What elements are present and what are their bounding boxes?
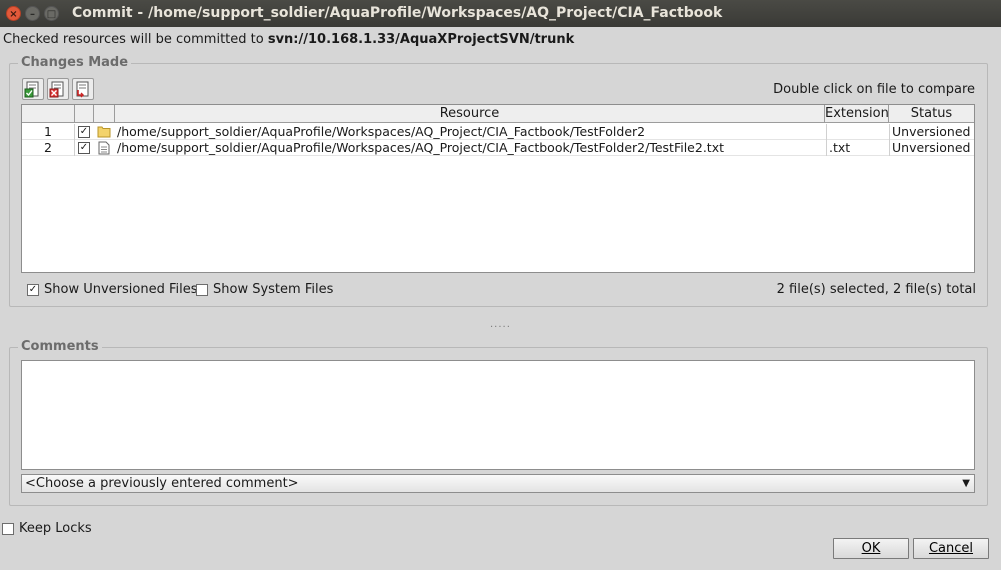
previous-comments-dropdown[interactable]: <Choose a previously entered comment> ▼ [21,474,975,493]
keep-locks-option[interactable]: Keep Locks [2,521,92,536]
row-extension [826,124,888,140]
folder-icon [97,126,111,138]
column-header-number[interactable] [22,105,75,123]
row-resource-path: /home/support_soldier/AquaProfile/Worksp… [117,140,724,155]
maximize-window-button[interactable]: □ [44,6,59,21]
row-number: 1 [22,124,75,140]
deselect-all-icon [49,81,64,98]
column-header-check[interactable] [75,105,94,123]
select-all-icon [24,81,39,98]
compare-hint: Double click on file to compare [773,82,975,97]
invert-selection-button[interactable] [72,78,94,100]
column-header-status[interactable]: Status [889,105,974,123]
title-bar: × – □ Commit - /home/support_soldier/Aqu… [0,0,1001,27]
row-checkbox[interactable]: ✓ [78,126,90,138]
row-status: Unversioned [889,140,974,156]
row-status: Unversioned [889,124,974,140]
column-header-resource[interactable]: Resource [115,105,825,123]
row-checkbox[interactable]: ✓ [78,142,90,154]
selection-summary: 2 file(s) selected, 2 file(s) total [776,282,976,297]
splitter-handle[interactable]: ····· [490,322,511,333]
cancel-button-label: Cancel [928,541,974,556]
table-row[interactable]: 2 ✓ /home/support_soldier/AquaProfile/Wo… [22,140,974,156]
dropdown-arrow-icon[interactable]: ▼ [962,475,970,492]
show-unversioned-option[interactable]: ✓ Show Unversioned Files [27,282,198,297]
file-icon [98,141,110,155]
table-row[interactable]: 1 ✓ /home/support_soldier/AquaProfile/Wo… [22,124,974,140]
row-extension: .txt [826,140,888,156]
ok-button-label: OK [861,541,881,556]
show-system-option[interactable]: Show System Files [196,282,333,297]
invert-selection-icon [76,81,89,98]
select-all-button[interactable] [22,78,44,100]
row-resource-path: /home/support_soldier/AquaProfile/Worksp… [117,124,646,139]
previous-comments-value: <Choose a previously entered comment> [25,476,299,491]
ok-button[interactable]: OK [833,538,909,559]
comments-title: Comments [18,339,102,354]
comment-textarea[interactable] [21,360,975,470]
close-window-button[interactable]: × [6,6,21,21]
window-title: Commit - /home/support_soldier/AquaProfi… [72,5,723,21]
commit-target-info: Checked resources will be committed to s… [3,32,574,47]
row-number: 2 [22,140,75,156]
changes-made-title: Changes Made [18,55,132,70]
deselect-all-button[interactable] [47,78,69,100]
changes-table: Resource Extension Status 1 ✓ /home/supp… [21,104,975,273]
show-unversioned-label: Show Unversioned Files [44,282,198,297]
show-system-label: Show System Files [213,282,334,297]
keep-locks-label: Keep Locks [19,521,92,536]
commit-target-url: svn://10.168.1.33/AquaXProjectSVN/trunk [267,32,575,47]
show-unversioned-checkbox[interactable]: ✓ [27,283,39,296]
commit-target-prefix: Checked resources will be committed to [3,32,268,47]
column-header-extension[interactable]: Extension [825,105,889,123]
table-header: Resource Extension Status [22,105,974,123]
show-system-checkbox[interactable] [196,283,208,296]
cancel-button[interactable]: Cancel [913,538,989,559]
keep-locks-checkbox[interactable] [2,522,14,535]
minimize-window-button[interactable]: – [25,6,40,21]
column-header-icon[interactable] [94,105,115,123]
